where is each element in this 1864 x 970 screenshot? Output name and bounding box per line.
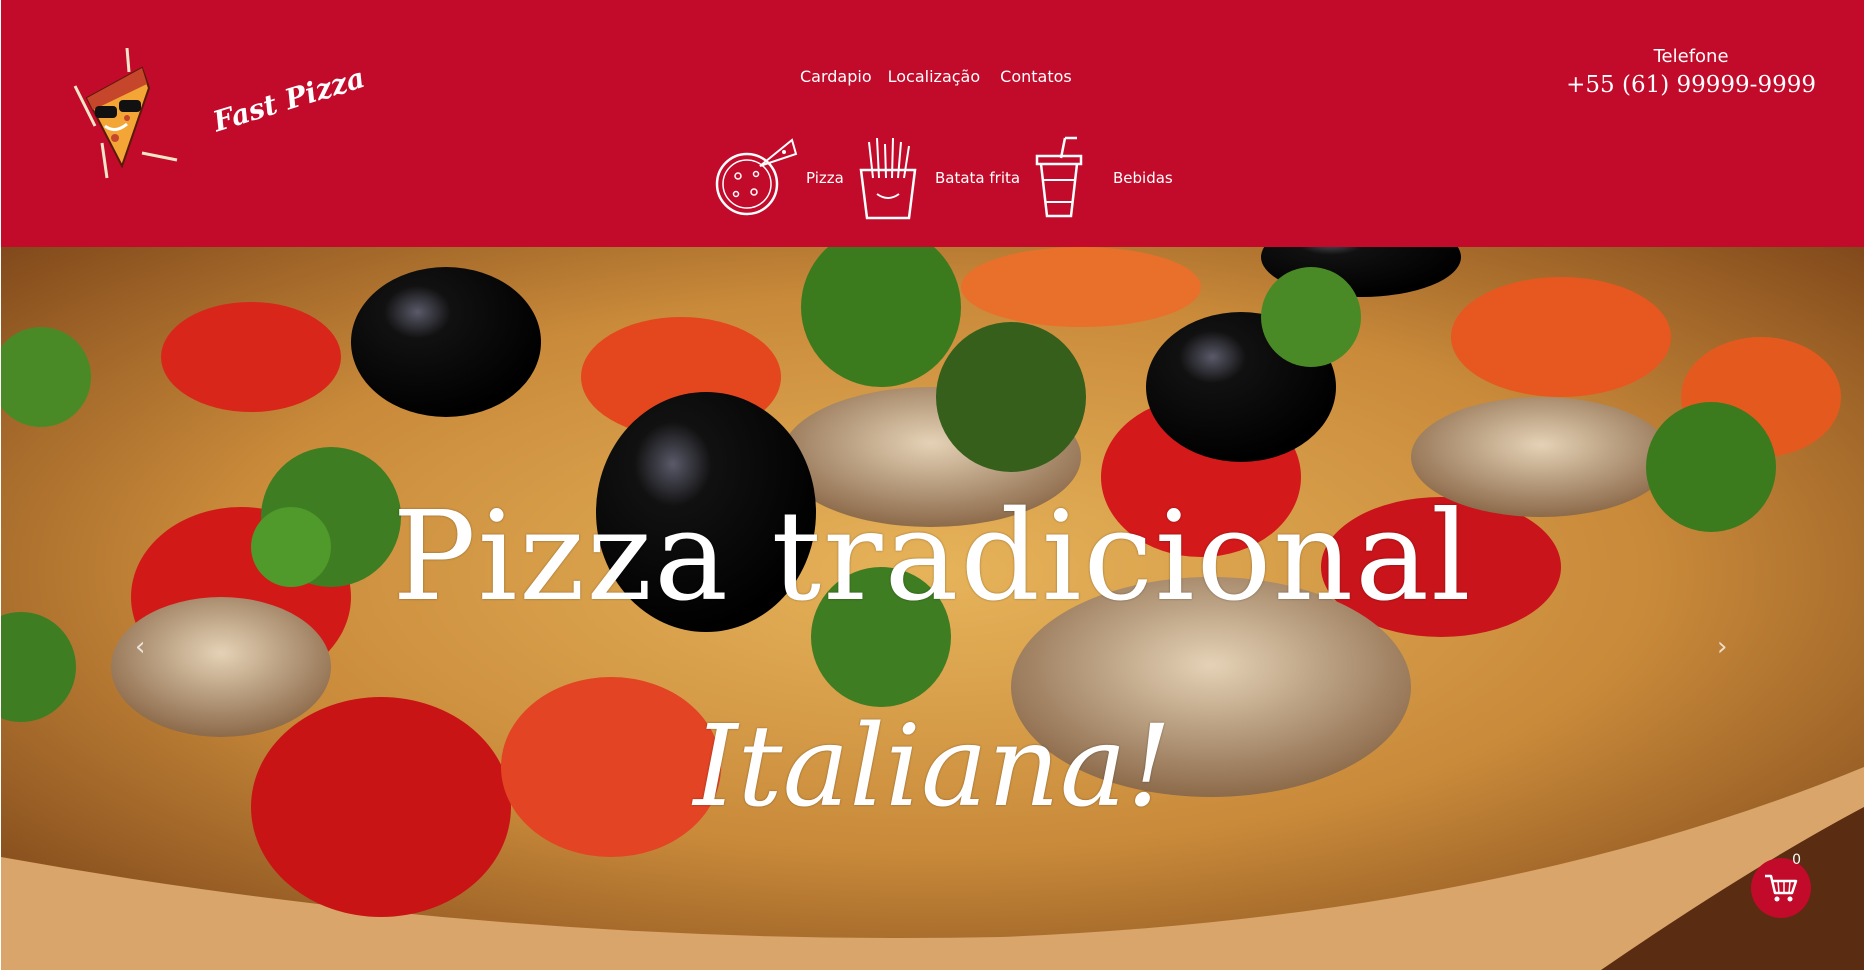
category-pizza[interactable]: Pizza <box>714 136 844 220</box>
fries-icon <box>859 137 917 220</box>
category-fries[interactable]: Batata frita <box>857 136 1020 220</box>
brand-logo[interactable]: Fast Pizza <box>57 48 369 188</box>
pizza-icon <box>715 138 798 216</box>
hero-banner: Pizza tradicional Italiana! ‹ › <box>1 247 1864 970</box>
carousel-next-icon[interactable]: › <box>1717 632 1727 662</box>
nav-cardapio[interactable]: Cardapio <box>800 67 872 86</box>
site-header: Fast Pizza Cardapio Localização Contatos… <box>1 0 1864 247</box>
hero-subtitle: Italiana! <box>693 702 1172 832</box>
drink-icon <box>1035 136 1083 218</box>
cart-count-badge: 0 <box>1792 852 1801 868</box>
category-pizza-label: Pizza <box>806 169 844 187</box>
category-drinks-label: Bebidas <box>1113 169 1173 187</box>
phone-label: Telefone <box>1653 46 1729 67</box>
cart-button[interactable]: 0 <box>1751 852 1811 918</box>
hero-title: Pizza tradicional <box>392 485 1473 629</box>
cart-icon <box>1765 874 1798 902</box>
category-fries-label: Batata frita <box>935 169 1021 187</box>
main-nav: Cardapio Localização Contatos <box>800 67 1072 86</box>
phone-number[interactable]: +55 (61) 99999-9999 <box>1566 72 1816 98</box>
contact-phone: Telefone +55 (61) 99999-9999 <box>1566 46 1816 98</box>
nav-contatos[interactable]: Contatos <box>1000 67 1072 86</box>
category-drinks[interactable]: Bebidas <box>1031 136 1173 220</box>
pizza-mascot-icon <box>73 48 178 179</box>
nav-localizacao[interactable]: Localização <box>888 67 981 86</box>
brand-name: Fast Pizza <box>209 60 369 139</box>
carousel-prev-icon[interactable]: ‹ <box>135 632 145 662</box>
